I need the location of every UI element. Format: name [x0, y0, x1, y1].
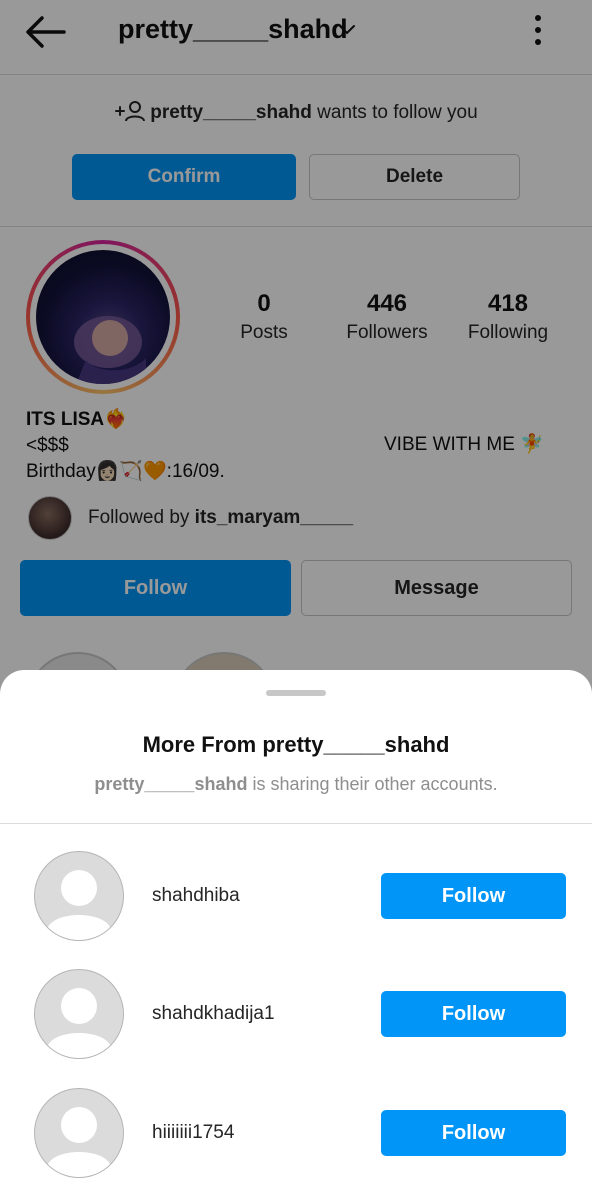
account-username[interactable]: shahdkhadija1 — [152, 1003, 275, 1025]
more-accounts-sheet: More From pretty_____shahd pretty_____sh… — [0, 670, 592, 1200]
account-follow-button[interactable]: Follow — [381, 873, 566, 919]
account-username[interactable]: hiiiiiii1754 — [152, 1122, 234, 1144]
default-avatar-icon[interactable] — [34, 969, 124, 1059]
account-username[interactable]: shahdhiba — [152, 885, 240, 907]
sheet-subtitle-text: is sharing their other accounts. — [252, 774, 498, 794]
account-follow-button[interactable]: Follow — [381, 991, 566, 1037]
account-follow-button[interactable]: Follow — [381, 1110, 566, 1156]
sheet-title: More From pretty_____shahd — [142, 732, 450, 757]
default-avatar-icon[interactable] — [34, 851, 124, 941]
sheet-subtitle: pretty_____shahd is sharing their other … — [0, 774, 592, 795]
default-avatar-icon[interactable] — [34, 1088, 124, 1178]
account-row[interactable]: shahdkhadija1 Follow — [0, 969, 592, 1069]
sheet-divider — [0, 823, 592, 824]
sheet-drag-handle[interactable] — [266, 690, 326, 696]
account-row[interactable]: shahdhiba Follow — [0, 851, 592, 951]
account-row[interactable]: hiiiiiii1754 Follow — [0, 1088, 592, 1188]
sheet-subtitle-user: pretty_____shahd — [94, 774, 248, 794]
